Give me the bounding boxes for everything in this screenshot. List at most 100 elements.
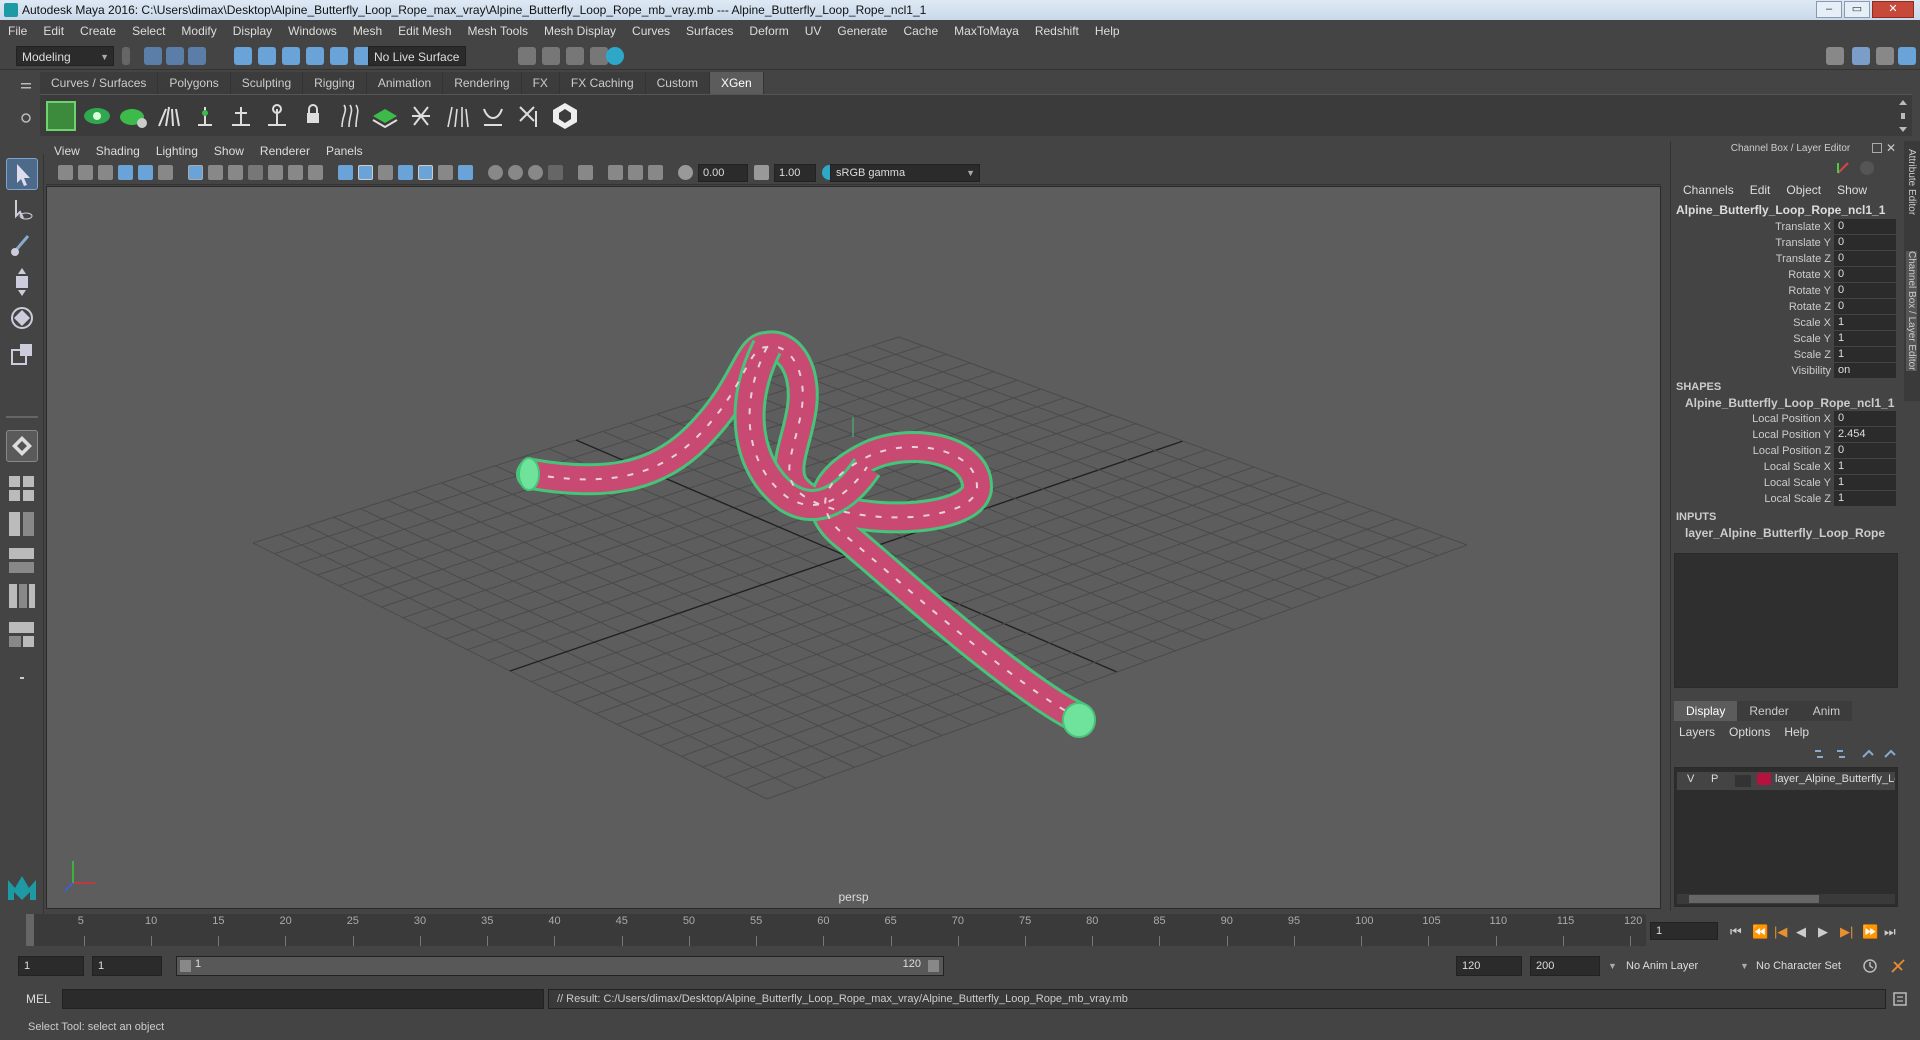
attr-value[interactable]: 1 <box>1834 475 1896 490</box>
float-panel-icon[interactable] <box>1872 143 1882 153</box>
viewport-menu-lighting[interactable]: Lighting <box>148 144 206 158</box>
menu-file[interactable]: File <box>0 20 35 42</box>
range-start-handle[interactable] <box>180 960 191 972</box>
menu-help[interactable]: Help <box>1087 20 1128 42</box>
gamma-icon[interactable] <box>754 165 769 180</box>
mode-dropdown[interactable]: Modeling ▼ <box>16 46 114 66</box>
hypershade-layout-icon[interactable] <box>6 618 38 650</box>
tab-rendering[interactable]: Rendering <box>443 72 522 94</box>
attr-value[interactable]: 0 <box>1834 443 1896 458</box>
anti-aliasing-icon[interactable] <box>528 165 543 180</box>
gate-mask-icon[interactable] <box>248 165 263 180</box>
playback-range-bar[interactable]: 1 120 <box>176 956 944 976</box>
menu-display[interactable]: Display <box>225 20 280 42</box>
animation-end-field[interactable]: 200 <box>1530 956 1600 976</box>
go-to-end-button[interactable]: ⏭ <box>1884 924 1896 940</box>
attr-scale-x[interactable]: Scale X1 <box>1671 315 1901 331</box>
side-tab-attribute-editor[interactable]: Attribute Editor <box>1906 149 1917 215</box>
tab-render[interactable]: Render <box>1737 701 1801 721</box>
scene-canvas[interactable] <box>47 187 1661 909</box>
channel-box-toggle-icon[interactable] <box>1898 47 1916 65</box>
colorspace-dropdown[interactable]: sRGB gamma ▼ <box>830 164 980 182</box>
layer-scrollbar[interactable] <box>1677 894 1895 904</box>
layer-row[interactable]: V P layer_Alpine_Butterfly_Lo <box>1677 772 1895 790</box>
rope-mesh[interactable] <box>516 330 1096 738</box>
menu-windows[interactable]: Windows <box>280 20 345 42</box>
menu-mesh-tools[interactable]: Mesh Tools <box>460 20 536 42</box>
input-node-name[interactable]: layer_Alpine_Butterfly_Loop_Rope <box>1685 526 1895 540</box>
tab-fx[interactable]: FX <box>521 72 560 94</box>
layer-menu-options[interactable]: Options <box>1729 725 1778 739</box>
resolution-gate-icon[interactable] <box>228 165 243 180</box>
current-frame-field[interactable]: 1 <box>1650 922 1718 940</box>
layer-visibility-toggle[interactable]: V <box>1687 773 1694 785</box>
cb-menu-object[interactable]: Object <box>1778 183 1829 197</box>
film-gate-icon[interactable] <box>208 165 223 180</box>
backface-culling-icon[interactable] <box>648 165 663 180</box>
single-perspective-layout-icon[interactable] <box>6 430 38 462</box>
tab-curves-surfaces[interactable]: Curves / Surfaces <box>40 72 159 94</box>
wireframe-on-shaded-icon[interactable] <box>378 165 393 180</box>
xgen-sculpt-guide-icon[interactable] <box>262 101 292 131</box>
shelf-menu-icon[interactable] <box>20 80 32 92</box>
xgen-lock-guide-icon[interactable] <box>298 101 328 131</box>
render-frame-icon[interactable] <box>518 47 536 65</box>
attr-local-scale-y[interactable]: Local Scale Y1 <box>1671 475 1901 491</box>
layer-menu-help[interactable]: Help <box>1784 725 1817 739</box>
command-input[interactable] <box>62 989 544 1009</box>
layer-name[interactable]: layer_Alpine_Butterfly_Lo <box>1775 773 1895 785</box>
cb-menu-show[interactable]: Show <box>1829 183 1875 197</box>
xgen-layers-icon[interactable] <box>370 101 400 131</box>
image-plane-icon[interactable] <box>118 165 133 180</box>
close-button[interactable]: ✕ <box>1872 1 1914 18</box>
attr-translate-z[interactable]: Translate Z0 <box>1671 251 1901 267</box>
xgen-place-guide-icon[interactable] <box>190 101 220 131</box>
play-backwards-button[interactable]: ◀ <box>1796 924 1806 940</box>
four-view-layout-icon[interactable] <box>6 472 38 504</box>
tab-display[interactable]: Display <box>1674 701 1738 721</box>
two-view-layout-icon[interactable] <box>6 508 38 540</box>
ambient-occlusion-icon[interactable] <box>488 165 503 180</box>
minimize-button[interactable]: – <box>1816 1 1842 18</box>
open-scene-icon[interactable] <box>166 47 184 65</box>
menu-maxtomaya[interactable]: MaxToMaya <box>946 20 1027 42</box>
render-settings-icon[interactable] <box>566 47 584 65</box>
viewport-menu-shading[interactable]: Shading <box>88 144 148 158</box>
separator-handle-icon[interactable] <box>122 47 130 65</box>
tab-xgen[interactable]: XGen <box>709 72 764 94</box>
auto-key-icon[interactable] <box>1862 958 1878 974</box>
speed-icon[interactable] <box>1860 161 1874 175</box>
menu-create[interactable]: Create <box>72 20 124 42</box>
xray-active-icon[interactable] <box>628 165 643 180</box>
select-tool-icon[interactable] <box>6 158 38 190</box>
viewport-menu-renderer[interactable]: Renderer <box>252 144 318 158</box>
workspace-icon[interactable] <box>1826 47 1844 65</box>
attr-value[interactable]: 1 <box>1834 315 1896 330</box>
tab-sculpting[interactable]: Sculpting <box>230 72 304 94</box>
exposure-icon[interactable] <box>678 165 693 180</box>
layer-type-toggle[interactable] <box>1735 775 1751 787</box>
attr-local-scale-x[interactable]: Local Scale X1 <box>1671 459 1901 475</box>
xgen-guide-to-curves-icon[interactable] <box>334 101 364 131</box>
menu-edit-mesh[interactable]: Edit Mesh <box>390 20 459 42</box>
rotate-tool-icon[interactable] <box>6 302 38 334</box>
field-chart-icon[interactable] <box>268 165 283 180</box>
attr-value[interactable]: 0 <box>1834 251 1896 266</box>
xgen-add-guide-icon[interactable] <box>226 101 256 131</box>
camera-icon[interactable] <box>58 165 73 180</box>
play-forwards-button[interactable]: ▶ <box>1818 924 1828 940</box>
selected-object-name[interactable]: Alpine_Butterfly_Loop_Rope_ncl1_1 <box>1676 203 1885 217</box>
menu-surfaces[interactable]: Surfaces <box>678 20 741 42</box>
tab-fx-caching[interactable]: FX Caching <box>559 72 646 94</box>
attr-rotate-x[interactable]: Rotate X0 <box>1671 267 1901 283</box>
attr-rotate-z[interactable]: Rotate Z0 <box>1671 299 1901 315</box>
xgen-groom-icon[interactable] <box>154 101 184 131</box>
menu-select[interactable]: Select <box>124 20 173 42</box>
playback-start-field[interactable]: 1 <box>92 956 162 976</box>
xgen-guide-width-icon[interactable] <box>478 101 508 131</box>
attr-rotate-y[interactable]: Rotate Y0 <box>1671 283 1901 299</box>
character-set-dropdown[interactable]: ▼ No Character Set <box>1740 956 1870 976</box>
attr-value[interactable]: 0 <box>1834 299 1896 314</box>
perspective-viewport[interactable]: persp <box>46 186 1661 909</box>
use-lights-icon[interactable] <box>438 165 453 180</box>
